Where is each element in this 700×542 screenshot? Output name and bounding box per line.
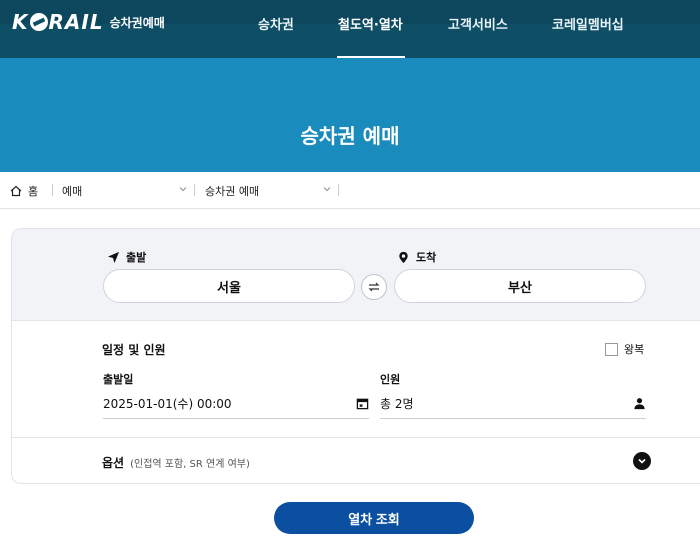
swap-icon <box>368 282 380 292</box>
korail-logo[interactable]: K RAIL 승차권예매 <box>12 9 165 35</box>
chevron-down-icon[interactable] <box>178 184 188 194</box>
breadcrumb: 홈 예매 승차권 예매 <box>0 172 700 209</box>
departure-station-button[interactable]: 서울 <box>103 269 355 303</box>
schedule-section-title: 일정 및 인원 <box>102 343 166 357</box>
nav-item-stations[interactable]: 철도역·열차 <box>338 14 403 33</box>
logo-o-icon <box>29 13 48 31</box>
swap-stations-button[interactable] <box>361 274 387 300</box>
search-trains-button[interactable]: 열차 조회 <box>274 502 474 534</box>
date-label: 출발일 <box>103 373 134 386</box>
roundtrip-checkbox[interactable]: 왕복 <box>605 341 644 357</box>
departure-label-text: 출발 <box>126 251 147 264</box>
options-expand-button[interactable] <box>633 452 651 470</box>
options-description: (인접역 포함, SR 연계 여부) <box>130 459 250 470</box>
chevron-down-icon[interactable] <box>322 184 332 194</box>
options-label: 옵션 <box>102 456 125 470</box>
passengers-value: 총 2명 <box>380 397 414 411</box>
arrival-label-text: 도착 <box>416 251 437 264</box>
passengers-field[interactable]: 총 2명 <box>380 389 646 419</box>
navigation-arrow-icon <box>107 251 120 263</box>
person-icon <box>634 398 645 410</box>
departure-date-value: 2025-01-01(수) 00:00 <box>103 397 232 411</box>
arrival-station-button[interactable]: 부산 <box>394 269 646 303</box>
options-divider <box>12 437 700 438</box>
nav-item-customer-service[interactable]: 고객서비스 <box>448 14 508 33</box>
departure-date-field[interactable]: 2025-01-01(수) 00:00 <box>103 389 369 419</box>
hero-banner: 승차권 예매 <box>0 58 700 172</box>
logo-subtitle: 승차권예매 <box>109 15 165 30</box>
breadcrumb-separator <box>52 184 53 196</box>
options-row[interactable]: 옵션 (인접역 포함, SR 연계 여부) <box>102 454 250 471</box>
home-icon <box>10 185 22 197</box>
breadcrumb-home-label: 홈 <box>28 185 39 198</box>
breadcrumb-level1[interactable]: 예매 <box>62 183 82 199</box>
logo-text: K RAIL <box>12 10 104 34</box>
route-section: 출발 도착 서울 부산 <box>12 229 700 321</box>
top-header: K RAIL 승차권예매 승차권 철도역·열차 고객서비스 코레일멤버십 <box>0 0 700 58</box>
breadcrumb-level2[interactable]: 승차권 예매 <box>205 183 259 199</box>
roundtrip-label: 왕복 <box>624 343 645 356</box>
nav-item-membership[interactable]: 코레일멤버십 <box>552 14 624 33</box>
chevron-circle-down-icon <box>638 458 646 464</box>
booking-form: 출발 도착 서울 부산 일정 및 인원 왕복 출발일 2025-01-01(수)… <box>11 228 700 484</box>
checkbox-icon <box>605 342 618 356</box>
breadcrumb-separator <box>338 184 339 196</box>
passengers-label: 인원 <box>380 373 401 386</box>
breadcrumb-home[interactable]: 홈 <box>10 183 38 199</box>
departure-label: 출발 <box>107 249 146 265</box>
nav-item-tickets[interactable]: 승차권 <box>258 14 294 33</box>
page-title: 승차권 예매 <box>300 124 400 148</box>
arrival-label: 도착 <box>397 249 436 265</box>
breadcrumb-separator <box>194 184 195 196</box>
location-pin-icon <box>399 251 408 263</box>
calendar-icon <box>356 398 369 410</box>
